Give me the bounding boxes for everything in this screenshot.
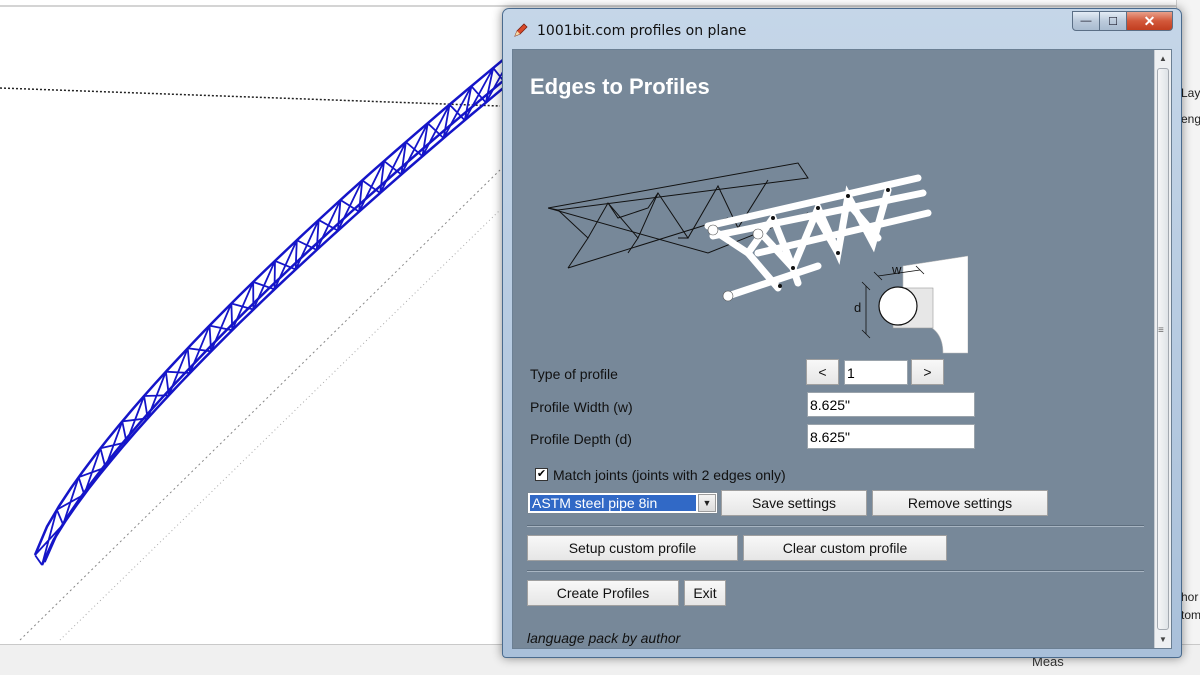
truss-chord bbox=[43, 68, 518, 563]
tray-text-fragment: eng bbox=[1181, 112, 1200, 126]
profile-width-label: Profile Width (w) bbox=[530, 399, 633, 415]
preset-selected-value: ASTM steel pipe 8in bbox=[530, 495, 696, 511]
type-of-profile-label: Type of profile bbox=[530, 366, 618, 382]
profile-type-input[interactable] bbox=[844, 360, 908, 385]
width-dimension-label: w bbox=[891, 262, 902, 277]
dropdown-arrow-icon[interactable]: ▼ bbox=[698, 494, 716, 512]
dialog-client-area: Edges to Profiles w d Type of profile < … bbox=[512, 49, 1172, 649]
separator bbox=[527, 525, 1144, 527]
tray-text-fragment: tom bbox=[1181, 608, 1200, 622]
truss-web-members bbox=[34, 49, 516, 566]
minimize-button[interactable]: — bbox=[1072, 11, 1100, 31]
grip-icon: ≡ bbox=[1158, 325, 1164, 336]
remove-settings-button[interactable]: Remove settings bbox=[872, 490, 1048, 516]
pencil-icon bbox=[514, 23, 528, 37]
match-joints-label: Match joints (joints with 2 edges only) bbox=[553, 467, 786, 483]
profile-depth-label: Profile Depth (d) bbox=[530, 431, 632, 447]
depth-dimension-label: d bbox=[854, 300, 861, 315]
separator bbox=[527, 570, 1144, 572]
window-title: 1001bit.com profiles on plane bbox=[537, 23, 747, 39]
vertical-scrollbar[interactable]: ▲ ≡ ▼ bbox=[1154, 50, 1171, 648]
close-button[interactable]: ✕ bbox=[1127, 11, 1173, 31]
dialog-heading: Edges to Profiles bbox=[530, 74, 710, 99]
tray-text-fragment: hor bbox=[1181, 590, 1199, 604]
caption-buttons: — ☐ ✕ bbox=[1072, 11, 1173, 31]
scroll-down-icon[interactable]: ▼ bbox=[1155, 631, 1171, 647]
window-titlebar[interactable]: 1001bit.com profiles on plane — ☐ ✕ bbox=[503, 9, 1181, 49]
setup-custom-profile-button[interactable]: Setup custom profile bbox=[527, 535, 738, 561]
maximize-button[interactable]: ☐ bbox=[1100, 11, 1127, 31]
scroll-up-icon[interactable]: ▲ bbox=[1155, 50, 1171, 66]
language-pack-credit: language pack by author bbox=[527, 630, 681, 646]
match-joints-checkbox[interactable]: ✔ bbox=[535, 468, 548, 481]
next-profile-button[interactable]: > bbox=[911, 359, 944, 385]
clear-custom-profile-button[interactable]: Clear custom profile bbox=[743, 535, 947, 561]
truss-chord bbox=[40, 84, 508, 566]
exit-button[interactable]: Exit bbox=[684, 580, 726, 606]
truss-chord bbox=[33, 49, 516, 556]
profiles-on-plane-window: 1001bit.com profiles on plane — ☐ ✕ Edge… bbox=[502, 8, 1182, 658]
tray-text-fragment: Lay bbox=[1181, 86, 1200, 100]
edges-to-profiles-illustration: w d bbox=[548, 162, 968, 354]
save-settings-button[interactable]: Save settings bbox=[721, 490, 867, 516]
profile-width-input[interactable] bbox=[807, 392, 975, 417]
create-profiles-button[interactable]: Create Profiles bbox=[527, 580, 679, 606]
preset-dropdown[interactable]: ASTM steel pipe 8in ▼ bbox=[527, 492, 718, 514]
scrollbar-thumb[interactable] bbox=[1157, 68, 1169, 630]
profile-depth-input[interactable] bbox=[807, 424, 975, 449]
previous-profile-button[interactable]: < bbox=[806, 359, 839, 385]
